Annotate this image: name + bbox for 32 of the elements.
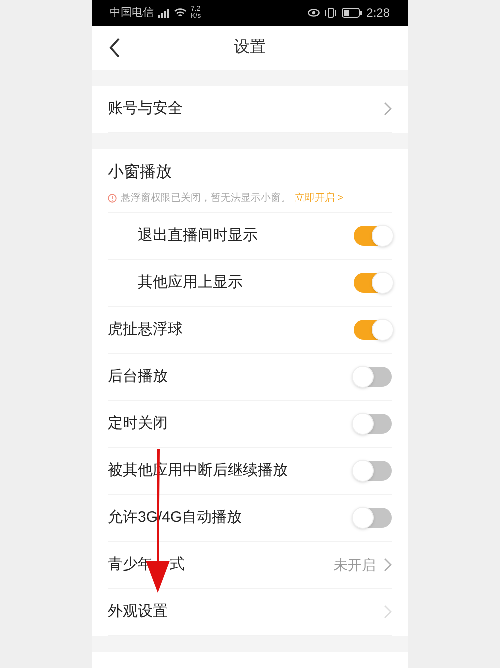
page-title: 设置 bbox=[234, 38, 266, 58]
eye-icon bbox=[308, 9, 320, 17]
toggle-switch[interactable] bbox=[354, 320, 392, 340]
setting-label: 其他应用上显示 bbox=[138, 272, 243, 293]
setting-label: 退出直播间时显示 bbox=[138, 226, 258, 246]
section-title: 小窗播放 bbox=[108, 162, 173, 183]
settings-row[interactable]: 账号与安全 bbox=[108, 86, 392, 133]
setting-label: 账号与安全 bbox=[108, 98, 183, 119]
clock-text: 2:28 bbox=[366, 5, 390, 22]
toggle-switch[interactable] bbox=[354, 508, 392, 528]
settings-row[interactable]: 外观设置 bbox=[108, 589, 392, 636]
toggle-switch[interactable] bbox=[354, 414, 392, 434]
chevron-right-icon bbox=[384, 605, 392, 619]
signal-icon bbox=[158, 8, 170, 18]
chevron-right-icon bbox=[384, 558, 392, 572]
setting-label: 虎扯悬浮球 bbox=[108, 320, 183, 340]
warning-icon bbox=[108, 194, 117, 203]
wifi-icon bbox=[174, 8, 187, 18]
setting-label: 外观设置 bbox=[108, 602, 168, 622]
toggle-switch[interactable] bbox=[354, 461, 392, 481]
vibrate-icon bbox=[324, 8, 337, 18]
battery-icon bbox=[342, 8, 362, 18]
carrier-text: 中国电信 bbox=[110, 6, 154, 21]
toggle-switch[interactable] bbox=[354, 226, 392, 246]
setting-label: 定时关闭 bbox=[108, 414, 168, 434]
setting-label-end: 式 bbox=[170, 554, 185, 575]
setting-label: 后台播放 bbox=[108, 366, 168, 387]
toggle-switch[interactable] bbox=[354, 273, 392, 293]
setting-value: 未开启 bbox=[334, 556, 376, 574]
chevron-right-icon bbox=[384, 102, 392, 116]
notice-text: 悬浮窗权限已关闭，暂无法显示小窗。 bbox=[121, 192, 291, 206]
toggle-switch[interactable] bbox=[354, 367, 392, 387]
